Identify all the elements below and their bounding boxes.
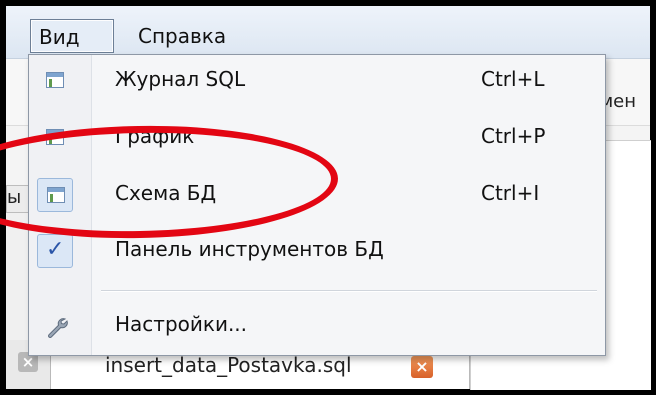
menu-item-db-toolbar[interactable]: ✓ Панель инструментов БД [29, 225, 605, 277]
menu-item-graph[interactable]: График Ctrl+P [29, 112, 605, 164]
menu-item-label: График [115, 124, 195, 148]
menu-help[interactable]: Справка [130, 19, 234, 53]
window-layout-icon [37, 64, 73, 98]
window-layout-icon [37, 121, 73, 155]
checkmark-icon: ✓ [37, 234, 73, 268]
menu-item-settings[interactable]: Настройки... [29, 300, 605, 352]
menu-view[interactable]: Вид [30, 19, 114, 53]
menu-item-label: Панель инструментов БД [115, 237, 384, 261]
wrench-icon [37, 309, 73, 343]
menu-item-shortcut: Ctrl+P [481, 124, 546, 148]
menu-bar: Вид Справка [6, 6, 650, 59]
menu-item-label: Журнал SQL [115, 67, 246, 91]
window-layout-icon [37, 178, 73, 212]
menu-item-sql-log[interactable]: Журнал SQL Ctrl+L [29, 55, 605, 107]
menu-item-shortcut: Ctrl+L [481, 67, 545, 91]
menu-item-label: Настройки... [115, 312, 248, 336]
tab-label: insert_data_Postavka.sql [105, 353, 352, 377]
menu-item-label: Схема БД [115, 181, 217, 205]
menu-separator [101, 290, 597, 292]
menu-item-shortcut: Ctrl+I [481, 181, 540, 205]
tab-close-icon[interactable]: × [411, 356, 433, 378]
view-dropdown-menu: Журнал SQL Ctrl+L График Ctrl+P Схема БД… [28, 54, 606, 356]
menu-item-db-schema[interactable]: Схема БД Ctrl+I [29, 169, 605, 221]
